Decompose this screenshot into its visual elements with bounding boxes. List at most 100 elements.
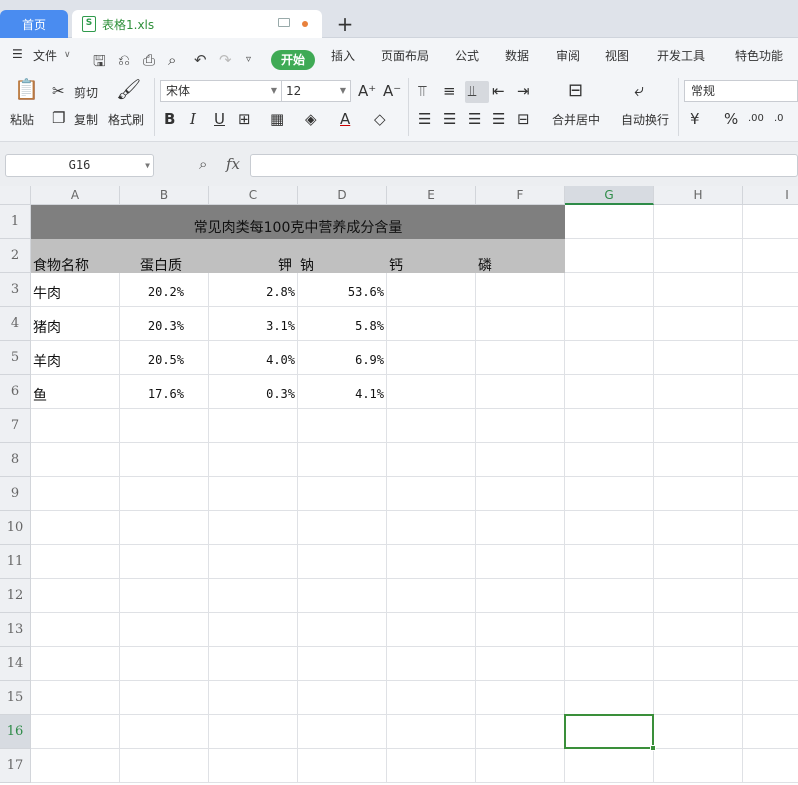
cell[interactable] (209, 749, 298, 783)
wrap-text-icon[interactable]: ⤶ (634, 82, 644, 100)
cell[interactable] (120, 681, 209, 715)
menu-formula[interactable]: 公式 (455, 47, 479, 64)
print-preview-icon[interactable]: ⌕ (168, 51, 176, 69)
cell[interactable] (654, 409, 743, 443)
distributed-icon[interactable]: ⊟ (517, 110, 530, 128)
number-format-select[interactable]: 常规 (684, 80, 798, 102)
spreadsheet-grid[interactable]: ABCDEFGHI 1 2 3 4 5 6 7 8 9 10 11 12 13 14 15 16 17 常见肉类… (0, 186, 798, 785)
cell[interactable] (387, 545, 476, 579)
cell[interactable] (654, 647, 743, 681)
cell[interactable] (209, 477, 298, 511)
cell[interactable] (387, 613, 476, 647)
cell[interactable] (743, 647, 798, 681)
cell[interactable] (209, 579, 298, 613)
cell[interactable] (476, 375, 565, 409)
cell[interactable] (31, 443, 120, 477)
cell[interactable] (743, 375, 798, 409)
cell[interactable] (120, 409, 209, 443)
cell[interactable] (476, 545, 565, 579)
paste-icon[interactable]: 📋 (14, 79, 39, 99)
cell[interactable] (120, 613, 209, 647)
cell[interactable] (120, 477, 209, 511)
cell[interactable] (565, 443, 654, 477)
cell[interactable] (298, 409, 387, 443)
wrap-text-button[interactable]: 自动换行 (621, 111, 669, 128)
font-color-icon[interactable]: A (340, 110, 350, 128)
cell[interactable] (209, 681, 298, 715)
align-top-icon[interactable]: ⫪ (418, 82, 426, 100)
cell[interactable] (743, 443, 798, 477)
cell[interactable] (654, 749, 743, 783)
decimal-decrease-icon[interactable]: .0 (774, 110, 784, 128)
cell[interactable] (565, 239, 654, 273)
menu-icon[interactable]: ☰ (12, 47, 23, 61)
cell[interactable] (654, 511, 743, 545)
cell[interactable] (743, 341, 798, 375)
decrease-indent-icon[interactable]: ⇤ (492, 82, 505, 100)
cell[interactable] (298, 647, 387, 681)
cell[interactable] (387, 375, 476, 409)
cell[interactable] (743, 273, 798, 307)
format-painter-icon[interactable]: 🖌 (116, 79, 141, 99)
cell[interactable] (387, 443, 476, 477)
cell[interactable] (298, 511, 387, 545)
column-header-h[interactable]: H (654, 186, 743, 205)
cell[interactable] (565, 477, 654, 511)
cell[interactable] (654, 477, 743, 511)
merge-center-icon[interactable]: ⊟ (568, 82, 583, 100)
cell[interactable] (120, 715, 209, 749)
cell[interactable] (743, 579, 798, 613)
cell[interactable] (120, 443, 209, 477)
decimal-increase-icon[interactable]: .00 (748, 110, 764, 128)
align-middle-icon[interactable]: ≡ (443, 82, 456, 100)
cell[interactable] (743, 239, 798, 273)
menu-insert[interactable]: 插入 (331, 47, 355, 64)
name-box[interactable]: G16 ▼ (5, 154, 154, 177)
cell[interactable] (654, 375, 743, 409)
cell[interactable] (476, 579, 565, 613)
row-header-7[interactable]: 7 (0, 409, 31, 443)
cell[interactable] (743, 307, 798, 341)
cell[interactable] (31, 613, 120, 647)
row-header-5[interactable]: 5 (0, 341, 31, 375)
cell[interactable] (209, 715, 298, 749)
cell[interactable] (565, 409, 654, 443)
cell[interactable] (387, 307, 476, 341)
justify-icon[interactable]: ☰ (492, 110, 505, 128)
cell[interactable] (298, 545, 387, 579)
row-header-1[interactable]: 1 (0, 205, 31, 239)
cell[interactable] (120, 749, 209, 783)
cell[interactable] (565, 545, 654, 579)
cell[interactable] (31, 511, 120, 545)
row-header-6[interactable]: 6 (0, 375, 31, 409)
cell[interactable] (654, 681, 743, 715)
cell[interactable] (209, 613, 298, 647)
cell[interactable] (31, 477, 120, 511)
column-header-d[interactable]: D (298, 186, 387, 205)
row-header-15[interactable]: 15 (0, 681, 31, 715)
cell[interactable] (565, 579, 654, 613)
cell[interactable] (743, 409, 798, 443)
copy-button[interactable]: 复制 (74, 111, 98, 128)
cell[interactable] (387, 715, 476, 749)
cell[interactable] (120, 647, 209, 681)
cell[interactable] (654, 715, 743, 749)
cell[interactable] (476, 511, 565, 545)
cell[interactable] (743, 613, 798, 647)
tab-file[interactable]: S 表格1.xls (72, 10, 322, 38)
column-header-f[interactable]: F (476, 186, 565, 205)
cell[interactable] (654, 307, 743, 341)
italic-icon[interactable]: I (190, 110, 196, 128)
cell[interactable] (298, 579, 387, 613)
font-size-select[interactable]: 12 ▼ (281, 80, 351, 102)
cell[interactable] (654, 545, 743, 579)
new-tab-button[interactable]: + (334, 12, 356, 36)
cell[interactable] (387, 647, 476, 681)
align-right-icon[interactable]: ☰ (468, 110, 481, 128)
underline-icon[interactable]: U (214, 110, 225, 128)
row-header-2[interactable]: 2 (0, 239, 31, 273)
cell[interactable] (476, 681, 565, 715)
cell[interactable] (120, 579, 209, 613)
export-icon[interactable]: ⎌ (118, 51, 130, 69)
cell[interactable] (120, 511, 209, 545)
